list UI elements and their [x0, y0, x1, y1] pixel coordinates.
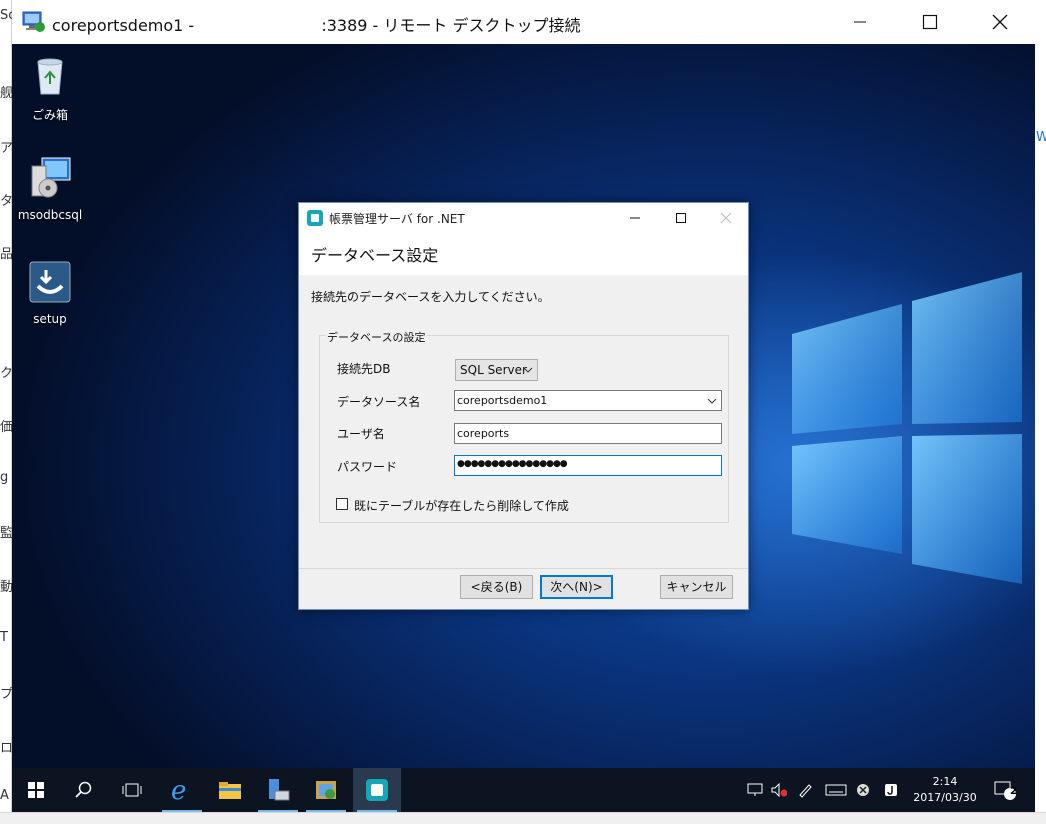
dialog-maximize-button[interactable] [658, 203, 704, 233]
desktop-icon-label: msodbcsql [17, 208, 83, 222]
drop-existing-table-checkbox[interactable] [336, 498, 348, 510]
dialog-close-button[interactable] [703, 203, 749, 233]
remote-desktop: ごみ箱 msodbcsql setup 帳票管理サーバ for .NET データ… [12, 44, 1035, 768]
taskbar-clock[interactable]: 2:14 2017/03/30 [905, 774, 985, 806]
tray-app[interactable] [881, 768, 901, 812]
background-window-right-edge [1035, 0, 1046, 824]
dialog-separator [299, 568, 748, 569]
remote-desktop-icon [22, 11, 45, 32]
drop-existing-table-label[interactable]: 既にテーブルが存在したら削除して作成 [354, 497, 569, 514]
running-indicator [258, 810, 298, 812]
recycle-bin-icon [37, 58, 63, 95]
notification-count: 2 [1010, 786, 1017, 797]
action-center-button[interactable]: 2 [990, 768, 1020, 812]
minimize-icon [854, 21, 866, 23]
next-button[interactable]: 次へ(N)> [540, 575, 613, 599]
close-icon [720, 212, 732, 224]
setup-icon [29, 261, 71, 303]
clock-time: 2:14 [932, 775, 958, 788]
keyboard-icon [825, 784, 847, 796]
tray-keyboard[interactable] [823, 768, 849, 812]
tray-volume[interactable] [769, 768, 789, 812]
rdp-titlebar[interactable]: coreportsdemo1 - :3389 - リモート デスクトップ接続 [12, 0, 1035, 44]
pen-icon [799, 784, 812, 798]
group-legend: データベースの設定 [325, 329, 428, 345]
dialog-minimize-button[interactable] [612, 203, 658, 233]
desktop-icon-setup[interactable]: setup [12, 260, 88, 326]
remote-desktop-window: coreportsdemo1 - :3389 - リモート デスクトップ接続 ご… [12, 0, 1035, 812]
windows-logo-wallpaper [792, 272, 1022, 584]
user-name-value: coreports [457, 427, 510, 440]
maximize-icon [676, 213, 686, 223]
dialog-header: データベース設定 [299, 233, 748, 275]
task-view-button[interactable] [108, 768, 156, 812]
cancel-button[interactable]: キャンセル [660, 575, 733, 599]
password-label: パスワード [337, 460, 398, 474]
password-value: ●●●●●●●●●●●●●●●● [457, 459, 568, 469]
coreports-app-icon [366, 779, 388, 801]
taskbar-setup-app[interactable] [302, 768, 350, 812]
network-icon [747, 783, 763, 796]
instruction-text: 接続先のデータベースを入力してください。 [311, 290, 550, 304]
close-button[interactable] [965, 0, 1035, 44]
user-name-label: ユーザ名 [337, 427, 385, 441]
tray-close-circle[interactable] [853, 768, 873, 812]
database-settings-dialog: 帳票管理サーバ for .NET データベース設定 接続先のデータベースを入力し… [298, 202, 749, 610]
svg-text:e: e [171, 777, 186, 803]
volume-muted-icon [771, 783, 787, 797]
start-button[interactable] [12, 768, 60, 812]
close-icon [992, 14, 1008, 30]
taskbar-server-manager[interactable] [254, 768, 302, 812]
desktop-icon-msodbcsql[interactable]: msodbcsql [12, 156, 88, 222]
close-circle-icon [857, 784, 869, 796]
file-explorer-icon [219, 782, 241, 799]
running-indicator [306, 810, 346, 812]
datasource-label: データソース名 [337, 395, 421, 409]
background-window-bottom-edge [0, 812, 1046, 824]
tray-app-icon [885, 784, 897, 796]
running-indicator [162, 810, 202, 812]
search-button[interactable] [60, 768, 108, 812]
desktop-icon-recycle-bin[interactable]: ごみ箱 [12, 54, 88, 123]
minimize-button[interactable] [825, 0, 895, 44]
setup-app-icon [316, 781, 336, 799]
chevron-down-icon [707, 398, 717, 404]
user-name-input[interactable]: coreports [454, 423, 722, 444]
page-title: データベース設定 [311, 246, 439, 265]
installer-icon [31, 157, 71, 198]
maximize-icon [922, 14, 938, 30]
db-type-value: SQL Server [460, 363, 527, 377]
db-type-select[interactable]: SQL Server [455, 359, 538, 381]
running-indicator [357, 810, 397, 812]
tray-network[interactable] [745, 768, 765, 812]
datasource-combobox[interactable]: coreportsdemo1 [454, 390, 722, 411]
taskbar-file-explorer[interactable] [206, 768, 254, 812]
background-window-left-edge: Sc 舰 ア タ 品 ク 価 g 監 動 T プ ロ A [0, 0, 12, 824]
taskbar: e 2:14 2017/03/30 2 [12, 768, 1035, 812]
password-input[interactable]: ●●●●●●●●●●●●●●●● [454, 455, 722, 476]
taskbar-coreports-app[interactable] [353, 768, 401, 812]
task-view-icon [122, 783, 142, 797]
coreports-app-icon [307, 210, 323, 226]
clock-date: 2017/03/30 [913, 791, 977, 804]
edge-icon: e [171, 777, 186, 803]
tray-pen[interactable] [795, 768, 815, 812]
maximize-button[interactable] [895, 0, 965, 44]
db-type-label: 接続先DB [337, 362, 391, 376]
taskbar-edge[interactable]: e [158, 768, 206, 812]
rdp-window-title: coreportsdemo1 - :3389 - リモート デスクトップ接続 [52, 16, 581, 35]
search-icon [75, 781, 92, 798]
server-manager-icon [269, 779, 290, 801]
background-window-text: W [1036, 130, 1046, 145]
desktop-icon-label: ごみ箱 [31, 108, 68, 122]
back-button[interactable]: <戻る(B) [460, 575, 533, 599]
start-icon [28, 782, 44, 798]
dialog-titlebar[interactable]: 帳票管理サーバ for .NET [299, 203, 748, 233]
chevron-down-icon [523, 367, 533, 373]
minimize-icon [630, 217, 640, 219]
dialog-title: 帳票管理サーバ for .NET [329, 212, 465, 226]
datasource-value: coreportsdemo1 [457, 394, 548, 407]
desktop-icon-label: setup [33, 312, 67, 326]
